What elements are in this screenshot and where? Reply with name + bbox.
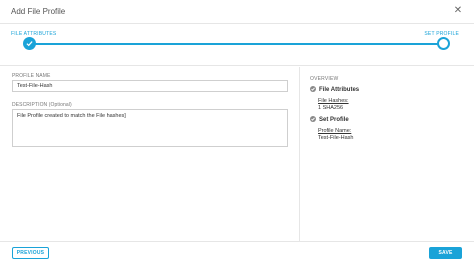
dialog-header: Add File Profile ✕ bbox=[0, 0, 474, 24]
close-button[interactable]: ✕ bbox=[452, 5, 464, 17]
step-progress-line bbox=[35, 43, 440, 45]
description-textarea[interactable]: File Profile created to match the File h… bbox=[12, 109, 288, 147]
description-label: DESCRIPTION (Optional) bbox=[12, 102, 72, 108]
overview-file-hashes-value: 1 SHA256 bbox=[318, 105, 344, 111]
check-circle-icon bbox=[310, 116, 316, 122]
overview-title: OVERVIEW bbox=[310, 76, 339, 82]
overview-section-file-attributes: File Attributes bbox=[310, 86, 359, 93]
close-icon: ✕ bbox=[453, 5, 463, 16]
overview-file-hashes-key: File Hashes: bbox=[318, 98, 349, 104]
profile-name-input[interactable]: Test-File-Hash bbox=[12, 80, 288, 92]
dialog-title: Add File Profile bbox=[11, 7, 66, 16]
profile-form: PROFILE NAME Test-File-Hash DESCRIPTION … bbox=[0, 67, 300, 241]
overview-profile-name-value: Test-File-Hash bbox=[318, 135, 354, 141]
dialog-footer: PREVIOUS SAVE bbox=[0, 241, 474, 266]
check-circle-icon bbox=[310, 86, 316, 92]
checkmark-icon bbox=[26, 41, 33, 47]
add-file-profile-dialog: Add File Profile ✕ FILE ATTRIBUTES SET P… bbox=[0, 0, 474, 266]
overview-section-title: Set Profile bbox=[319, 117, 349, 123]
step-set-profile-indicator[interactable] bbox=[437, 37, 450, 50]
step-file-attributes-indicator[interactable] bbox=[23, 37, 36, 50]
previous-button[interactable]: PREVIOUS bbox=[12, 247, 49, 259]
wizard-stepper: FILE ATTRIBUTES SET PROFILE bbox=[0, 24, 474, 66]
overview-section-set-profile: Set Profile bbox=[310, 116, 349, 123]
overview-section-title: File Attributes bbox=[319, 87, 360, 93]
profile-name-label: PROFILE NAME bbox=[12, 73, 51, 79]
step-file-attributes-label[interactable]: FILE ATTRIBUTES bbox=[11, 31, 56, 37]
save-button[interactable]: SAVE bbox=[429, 247, 462, 259]
overview-profile-name-key: Profile Name: bbox=[318, 128, 352, 134]
overview-panel: OVERVIEW File Attributes File Hashes: 1 … bbox=[301, 67, 474, 241]
